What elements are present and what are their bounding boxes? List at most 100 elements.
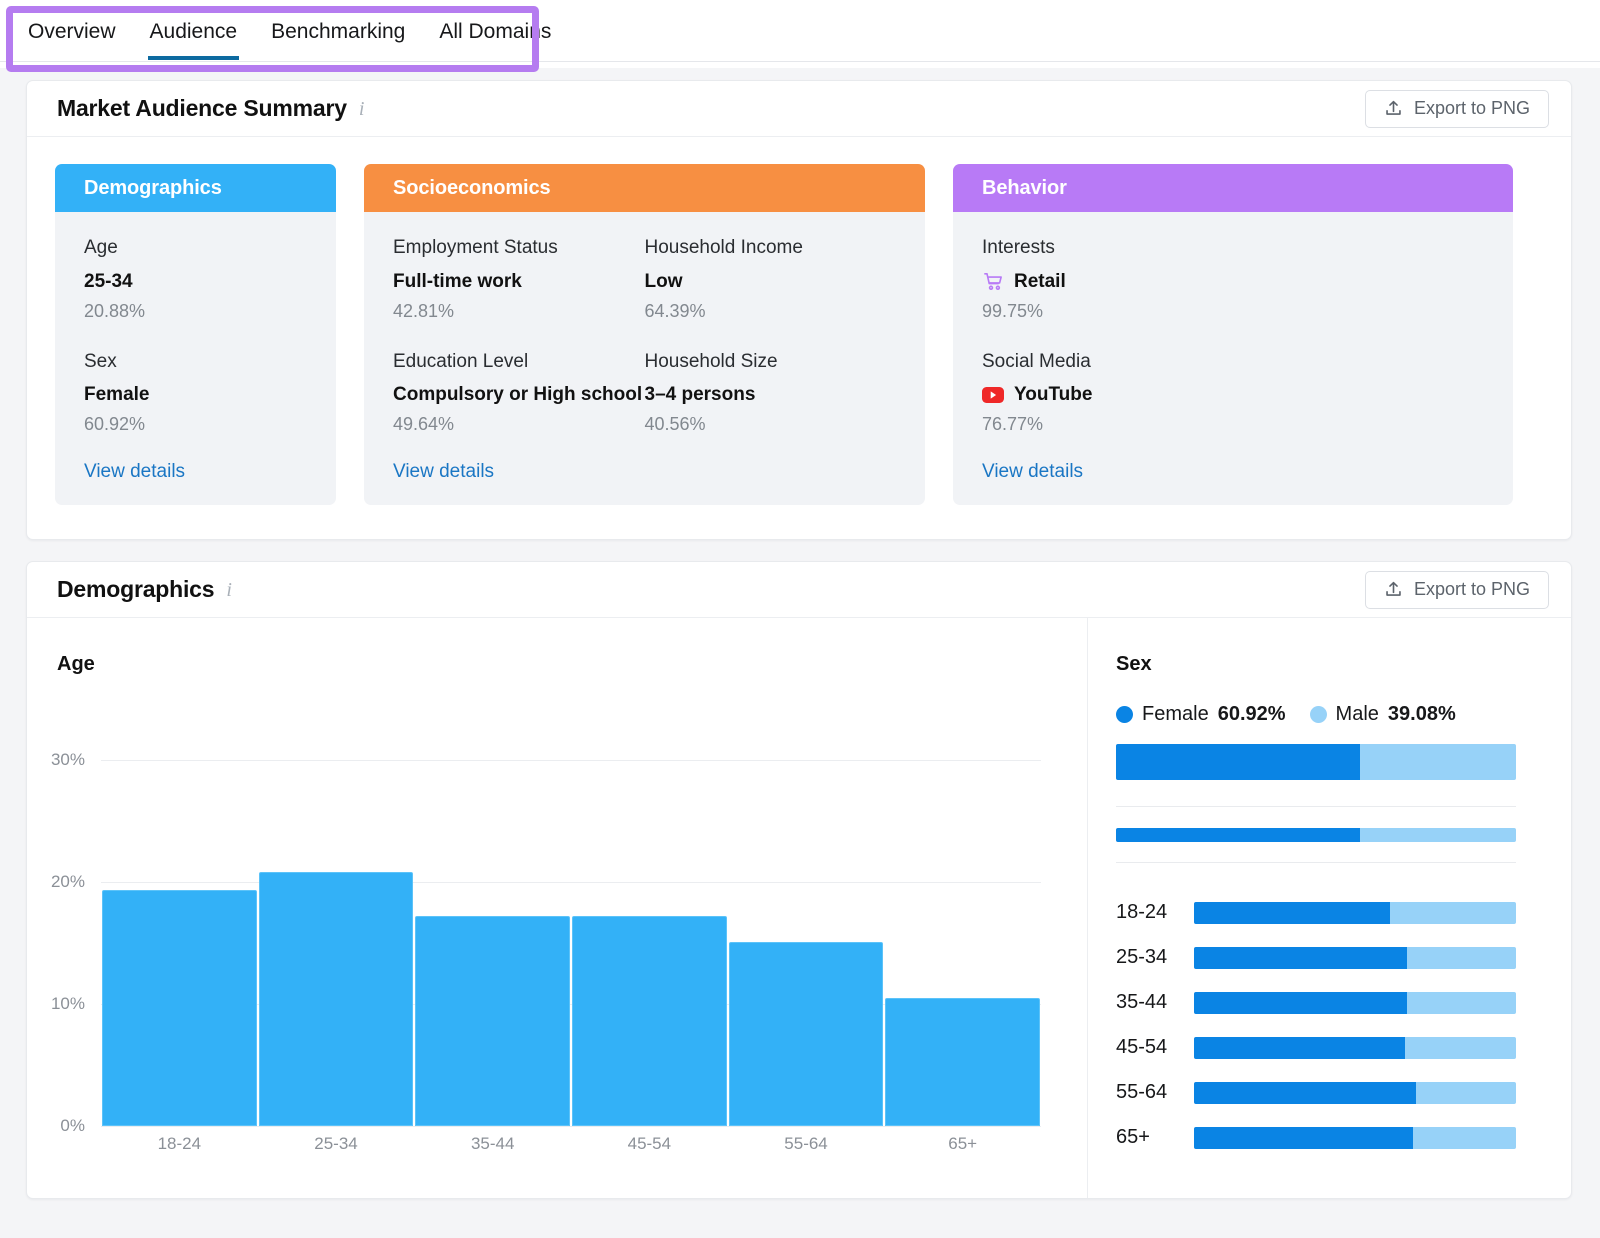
x-axis-tick-label: 65+ <box>948 1134 978 1153</box>
field-value: YouTube <box>1014 384 1093 405</box>
upload-icon <box>1384 99 1403 118</box>
bar-group <box>101 736 1041 1126</box>
stacked-bar-65+[interactable] <box>1194 1126 1516 1149</box>
summary-card-behavior: Behavior Interests Retail 99.75% Social … <box>953 164 1513 505</box>
male-segment[interactable] <box>1359 744 1516 780</box>
legend-label-male: Male <box>1335 703 1379 725</box>
bar-cell[interactable] <box>258 736 415 1126</box>
info-icon[interactable]: i <box>226 580 232 600</box>
bar-cell[interactable] <box>884 736 1041 1126</box>
male-segment[interactable] <box>1404 1036 1516 1059</box>
legend-value-male: 39.08% <box>1387 703 1456 725</box>
legend-dot-male <box>1309 706 1327 723</box>
field-value: 25-34 <box>84 270 133 292</box>
field-percent: 49.64% <box>393 414 455 434</box>
sex-secondary-stacked-bar <box>1116 828 1516 842</box>
age-bar-chart-plot: 30% 20% 10% 0% <box>51 736 1041 1135</box>
field-label: Employment Status <box>393 237 558 258</box>
female-segment[interactable] <box>1194 1126 1413 1149</box>
bar-25-34[interactable] <box>258 871 414 1126</box>
field-percent: 76.77% <box>982 414 1044 434</box>
market-audience-summary-card: Market Audience Summary i Export to PNG … <box>26 80 1572 540</box>
sex-by-age-row: 25-34 <box>1088 935 1571 980</box>
view-details-link-behavior[interactable]: View details <box>982 461 1484 505</box>
tab-overview[interactable]: Overview <box>26 21 118 60</box>
stacked-bar-18-24[interactable] <box>1194 901 1516 924</box>
bar-cell[interactable] <box>728 736 885 1126</box>
bar-cell[interactable] <box>101 736 258 1126</box>
female-segment[interactable] <box>1116 744 1360 780</box>
field-value: 3–4 persons <box>644 384 756 405</box>
tab-all-domains[interactable]: All Domains <box>437 21 553 60</box>
demographics-card-body: Age 25-34 20.88% Sex Female 60.92% <box>55 212 336 461</box>
field-value: Retail <box>1014 270 1066 292</box>
export-button-label: Export to PNG <box>1413 579 1530 599</box>
male-segment[interactable] <box>1390 901 1516 924</box>
male-segment[interactable] <box>1416 1081 1516 1104</box>
field-value: Female <box>84 384 150 405</box>
stacked-bar-45-54[interactable] <box>1194 1036 1516 1059</box>
field-label: Education Level <box>393 350 529 372</box>
female-segment[interactable] <box>1194 1036 1405 1059</box>
male-segment[interactable] <box>1406 946 1516 969</box>
bar-cell[interactable] <box>414 736 571 1126</box>
stacked-bar-25-34[interactable] <box>1194 946 1516 969</box>
field-percent: 60.92% <box>84 414 146 434</box>
socioeconomics-card-header: Socioeconomics <box>364 164 925 212</box>
age-group-label: 18-24 <box>1116 901 1168 923</box>
legend-item-male: Male 39.08% <box>1309 703 1456 726</box>
divider <box>1116 806 1516 807</box>
y-axis-tick-label: 10% <box>50 994 85 1014</box>
tab-benchmarking[interactable]: Benchmarking <box>269 21 407 60</box>
upload-icon <box>1384 580 1403 599</box>
age-chart-x-axis: 18-24 25-34 35-44 45-54 55-64 65+ <box>101 1134 1041 1154</box>
page-title: Market Audience Summary <box>57 95 347 121</box>
export-to-png-button-demographics[interactable]: Export to PNG <box>1364 570 1549 609</box>
female-segment[interactable] <box>1194 1081 1417 1104</box>
sex-chart-title: Sex <box>1116 653 1152 675</box>
female-segment[interactable] <box>1116 828 1360 842</box>
stacked-bar-55-64[interactable] <box>1194 1081 1516 1104</box>
y-axis-tick-label: 20% <box>50 872 85 892</box>
x-axis-tick-label: 55-64 <box>784 1134 828 1153</box>
bar-18-24[interactable] <box>102 889 257 1126</box>
female-segment[interactable] <box>1194 901 1391 924</box>
bar-55-64[interactable] <box>728 941 884 1126</box>
tab-audience[interactable]: Audience <box>147 21 240 60</box>
legend-dot-female <box>1116 706 1133 723</box>
field-percent: 42.81% <box>393 300 455 321</box>
male-segment[interactable] <box>1406 991 1516 1014</box>
legend-label-female: Female <box>1142 703 1209 725</box>
field-employment-status: Employment Status Full-time work 42.81% <box>393 234 645 322</box>
view-details-link-demographics[interactable]: View details <box>84 461 307 505</box>
view-details-link-socioeconomics[interactable]: View details <box>393 461 896 505</box>
male-segment[interactable] <box>1412 1126 1516 1149</box>
bar-65+[interactable] <box>885 998 1041 1126</box>
export-to-png-button-summary[interactable]: Export to PNG <box>1364 89 1549 128</box>
demographics-section-header: Demographics i Export to PNG <box>27 562 1571 618</box>
stacked-bar-35-44[interactable] <box>1194 991 1516 1014</box>
field-label: Social Media <box>982 350 1091 372</box>
field-household-size: Household Size 3–4 persons 40.56% <box>645 348 897 436</box>
age-group-label: 45-54 <box>1116 1036 1168 1058</box>
info-icon[interactable]: i <box>359 99 365 119</box>
age-group-label: 25-34 <box>1116 946 1168 968</box>
female-segment[interactable] <box>1194 991 1407 1014</box>
sex-by-age-row: 35-44 <box>1088 980 1571 1025</box>
divider <box>1116 862 1516 863</box>
male-segment[interactable] <box>1359 828 1516 842</box>
field-percent: 99.75% <box>982 300 1044 321</box>
bar-cell[interactable] <box>571 736 728 1126</box>
bar-35-44[interactable] <box>415 916 571 1126</box>
field-education-level: Education Level Compulsory or High schoo… <box>393 348 645 436</box>
demographics-card-header: Demographics <box>55 164 336 212</box>
sex-legend: Female 60.92% Male 39.08% <box>1116 703 1456 726</box>
field-age: Age 25-34 20.88% <box>84 234 307 322</box>
field-percent: 64.39% <box>644 300 706 321</box>
summary-card-header: Market Audience Summary i Export to PNG <box>27 81 1571 137</box>
field-label: Interests <box>982 237 1055 258</box>
tab-bar-region: Overview Audience Benchmarking All Domai… <box>0 0 1600 72</box>
bar-45-54[interactable] <box>572 916 727 1126</box>
x-axis-tick-label: 18-24 <box>157 1134 202 1153</box>
female-segment[interactable] <box>1194 946 1407 969</box>
